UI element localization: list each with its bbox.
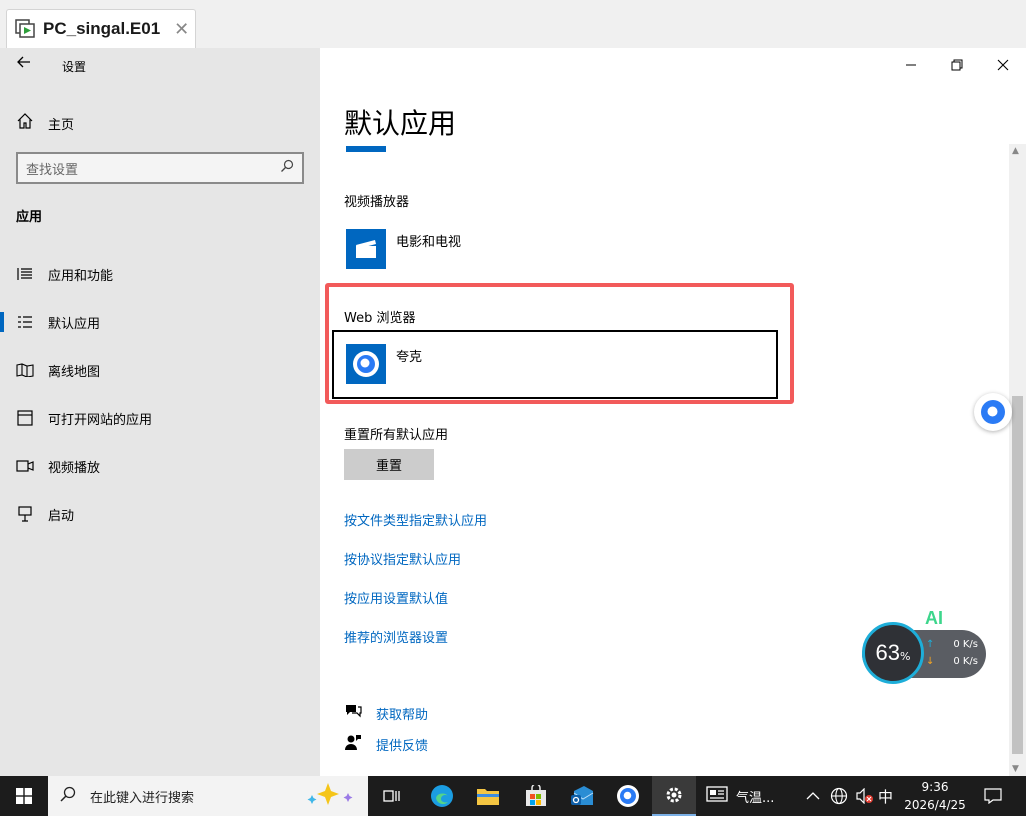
settings-sidebar: 设置 主页 查找设置 应用 应用和功能 默认应用 离线地图 可打开网站的应用 视… [0,48,320,776]
link-by-protocol[interactable]: 按协议指定默认应用 [344,549,461,568]
nav-label: 视频播放 [48,460,101,476]
show-hidden-icons[interactable] [806,776,820,816]
weather-text: 气温... [736,790,775,806]
minimize-icon[interactable] [888,48,934,82]
feedback-person-icon [344,734,362,754]
nav-label: 启动 [48,508,75,524]
scroll-up-icon[interactable]: ▲ [1012,146,1019,156]
nav-label: 默认应用 [48,316,101,332]
video-player-app-name[interactable]: 电影和电视 [396,231,461,250]
apps-list-icon [16,267,34,281]
get-help-row[interactable]: 获取帮助 [344,703,428,723]
web-browser-section-label: Web 浏览器 [344,311,416,326]
get-help-link[interactable]: 获取帮助 [376,704,428,723]
search-highlight-sparkle-icon [306,781,356,811]
usage-percent: 63 [875,640,901,665]
default-apps-icon [16,315,34,329]
scrollbar-thumb[interactable] [1012,396,1023,754]
web-apps-icon [16,410,34,426]
settings-gear-icon[interactable] [652,776,696,816]
download-speed: 0 K/s [953,656,978,667]
network-globe-icon[interactable] [830,776,848,816]
search-icon [60,786,76,806]
memory-usage-gauge[interactable]: 63 % [862,622,924,684]
nav-video-playback[interactable]: 视频播放 [0,446,320,486]
link-browser-settings[interactable]: 推荐的浏览器设置 [344,627,448,646]
download-arrow-icon: ↓ [926,656,935,667]
ai-label: AI [925,608,943,628]
home-nav-item[interactable]: 主页 [16,112,74,134]
feedback-row[interactable]: 提供反馈 [344,734,428,754]
settings-window-title: 设置 [62,60,87,74]
quark-app-icon[interactable] [346,344,386,384]
help-chat-icon [344,703,362,723]
vm-tab-close-icon[interactable]: ✕ [174,19,189,40]
back-arrow-icon[interactable] [16,54,32,74]
apps-section-title: 应用 [16,210,43,225]
vm-tab-title: PC_singal.E01 [43,19,161,38]
link-by-file-type[interactable]: 按文件类型指定默认应用 [344,510,487,529]
task-view-icon[interactable] [370,776,414,816]
system-clock[interactable]: 9:36 2026/4/25 [900,778,970,814]
nav-offline-maps[interactable]: 离线地图 [0,350,320,390]
home-icon [16,112,34,134]
clock-time: 9:36 [921,780,949,794]
vm-play-icon [15,19,37,39]
close-icon[interactable] [980,48,1026,82]
taskbar-search-placeholder: 在此键入进行搜索 [90,790,195,806]
upload-arrow-icon: ↑ [926,639,935,650]
window-controls [888,48,1026,82]
weather-news-icon [706,785,728,807]
nav-label: 可打开网站的应用 [48,412,153,428]
startup-icon [16,506,34,522]
outlook-mail-icon[interactable] [560,776,604,816]
download-speed-row: ↓ 0 K/s [926,656,978,667]
reset-button[interactable]: 重置 [344,449,434,480]
weather-widget[interactable]: 气温... [706,776,774,816]
nav-label: 离线地图 [48,364,101,380]
vm-tab[interactable]: PC_singal.E01 ✕ [6,9,196,48]
upload-speed: 0 K/s [953,639,978,650]
quark-taskbar-icon[interactable] [606,776,650,816]
nav-web-apps[interactable]: 可打开网站的应用 [0,398,320,438]
edge-browser-icon[interactable] [420,776,464,816]
percent-sign: % [900,649,911,663]
file-explorer-icon[interactable] [466,776,510,816]
search-placeholder: 查找设置 [26,162,79,178]
vm-tab-strip: PC_singal.E01 ✕ [0,0,1026,48]
volume-muted-icon[interactable] [856,776,874,816]
upload-speed-row: ↑ 0 K/s [926,639,978,650]
video-player-section-label: 视频播放器 [344,195,410,210]
scroll-down-icon[interactable]: ▼ [1012,764,1019,774]
taskbar: 在此键入进行搜索 气温... 中 9:36 2026/4/25 [0,776,1026,816]
taskbar-search-box[interactable]: 在此键入进行搜索 [48,776,368,816]
store-icon[interactable] [514,776,558,816]
notification-icon[interactable] [984,776,1002,816]
movies-tv-app-icon[interactable] [346,229,386,269]
page-scrollbar[interactable]: ▲ ▼ [1009,144,1026,776]
settings-search-input[interactable]: 查找设置 [16,152,304,184]
quark-floating-icon[interactable] [974,393,1012,431]
nav-label: 应用和功能 [48,268,114,284]
nav-startup[interactable]: 启动 [0,494,320,534]
reset-section-label: 重置所有默认应用 [344,428,449,443]
nav-default-apps[interactable]: 默认应用 [0,302,320,342]
nav-apps-features[interactable]: 应用和功能 [0,254,320,294]
restore-icon[interactable] [934,48,980,82]
feedback-link[interactable]: 提供反馈 [376,735,428,754]
clock-date: 2026/4/25 [904,798,966,812]
search-icon[interactable] [280,159,294,177]
title-accent-bar [346,146,386,152]
page-title: 默认应用 [344,107,457,140]
home-label: 主页 [48,117,75,133]
video-icon [16,460,34,472]
start-windows-icon[interactable] [2,776,46,816]
web-browser-app-name[interactable]: 夸克 [396,346,422,365]
offline-map-icon [16,363,34,377]
link-by-app[interactable]: 按应用设置默认值 [344,588,448,607]
ime-indicator[interactable]: 中 [878,776,893,816]
